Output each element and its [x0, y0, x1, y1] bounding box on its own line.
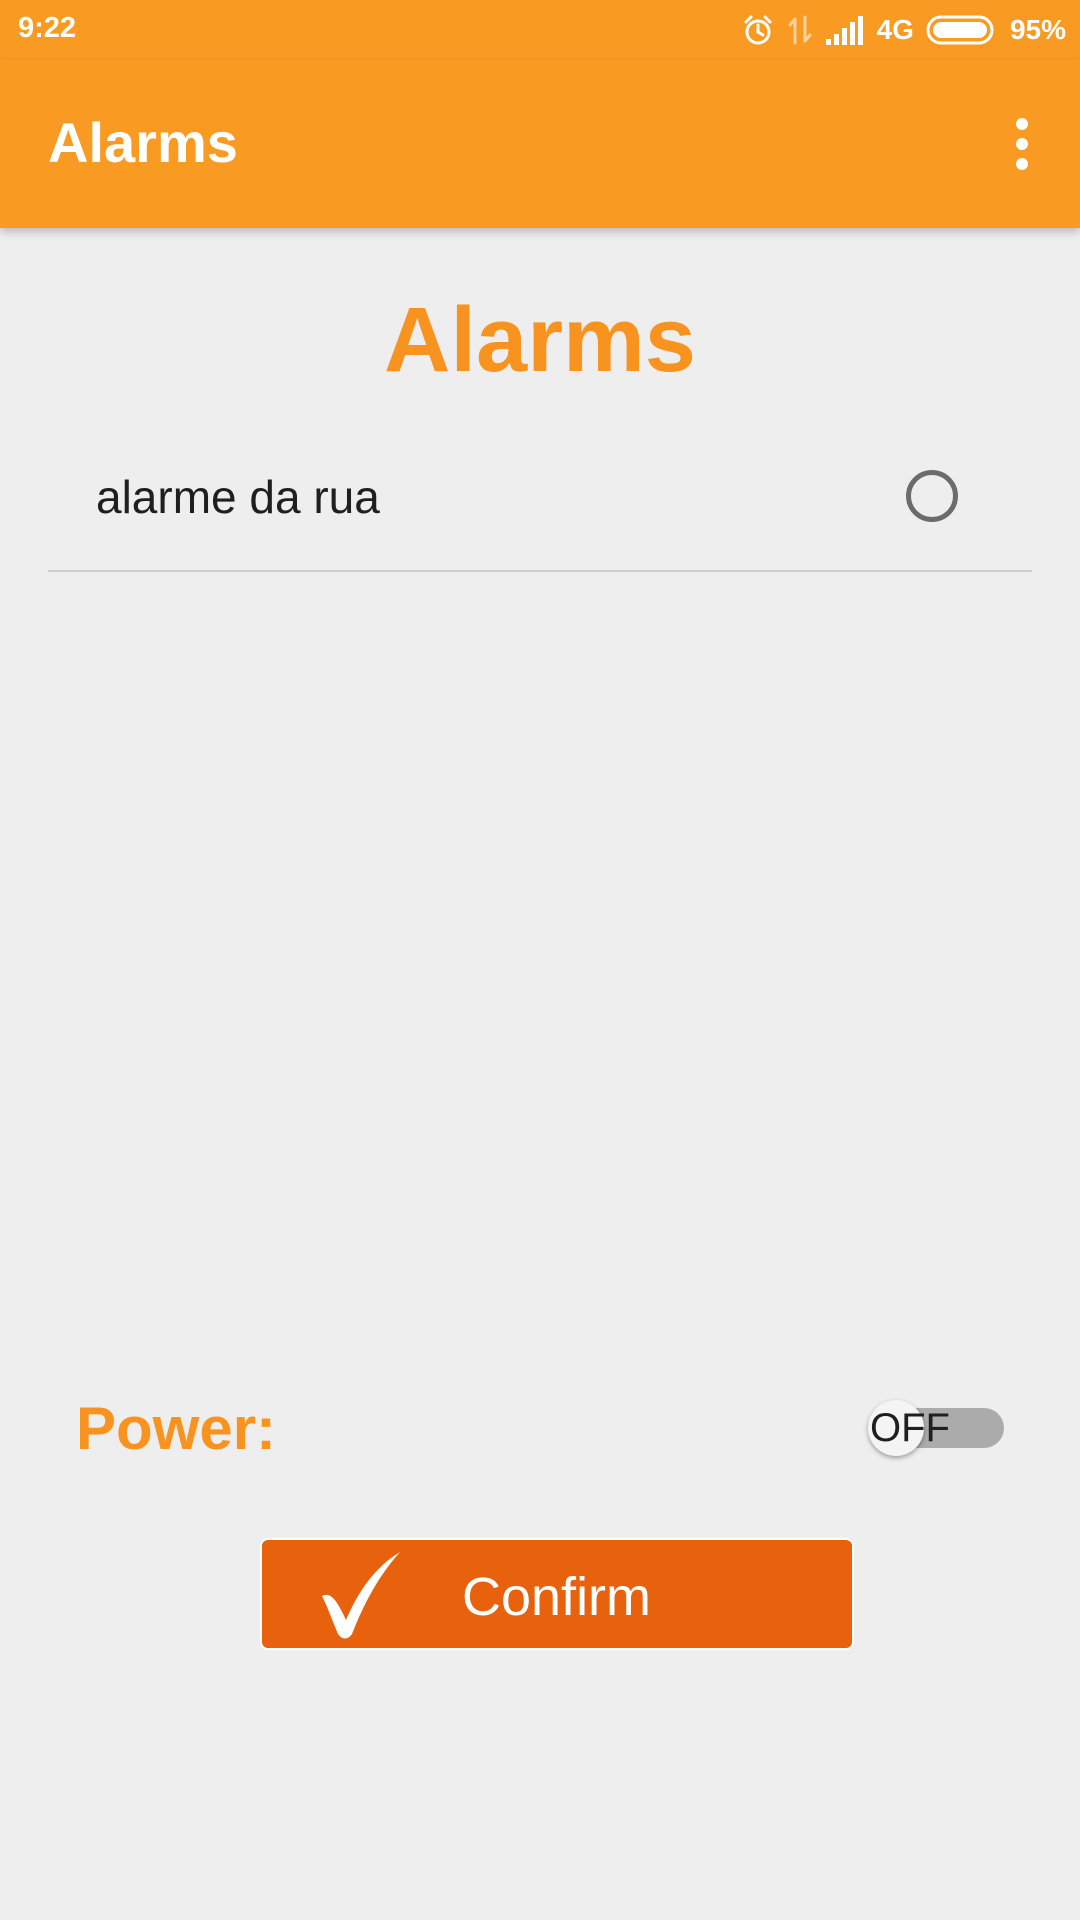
battery-percent: 95%: [1009, 14, 1066, 45]
menu-dot: [1016, 118, 1028, 130]
app-bar: Alarms: [0, 60, 1080, 228]
data-transfer-icon: [787, 13, 813, 47]
power-label: Power:: [76, 1395, 277, 1462]
menu-dot: [1016, 158, 1028, 170]
alarm-list-item[interactable]: alarme da rua: [48, 440, 1032, 572]
checkmark-icon: [312, 1548, 412, 1649]
screen: 9:22 4G 95% Alarms Alarms alarme da rua …: [0, 0, 1080, 1920]
app-bar-title: Alarms: [48, 111, 238, 174]
confirm-button[interactable]: Confirm: [260, 1538, 854, 1650]
battery-icon: [926, 15, 998, 45]
confirm-label: Confirm: [462, 1567, 652, 1627]
switch-state-text: OFF: [870, 1406, 950, 1450]
status-bar: 9:22 4G 95%: [0, 0, 1080, 60]
signal-icon: [825, 15, 865, 45]
network-type-label: 4G: [876, 14, 914, 45]
alarm-name: alarme da rua: [96, 471, 380, 523]
page-heading: Alarms: [384, 289, 696, 391]
status-time: 9:22: [18, 12, 77, 44]
menu-dot: [1016, 138, 1028, 150]
overflow-menu-icon[interactable]: [996, 112, 1048, 176]
alarm-radio-button[interactable]: [906, 470, 958, 522]
status-icons: 4G 95%: [741, 10, 1066, 50]
alarm-clock-icon: [741, 13, 775, 47]
power-switch[interactable]: OFF: [868, 1394, 1006, 1464]
